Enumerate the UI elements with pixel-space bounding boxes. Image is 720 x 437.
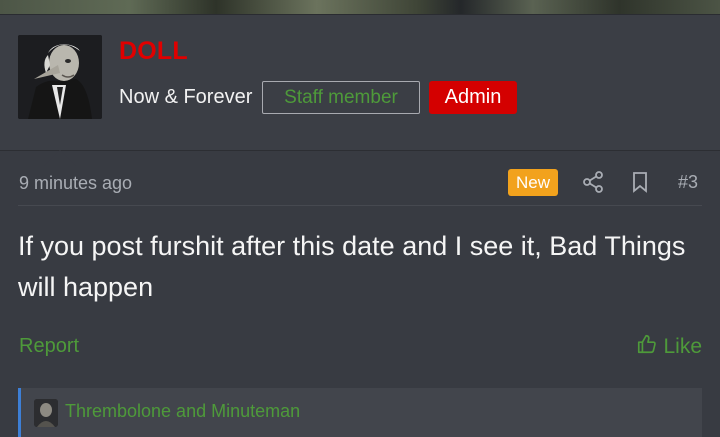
cover-banner [0, 0, 720, 15]
username[interactable]: DOLL [119, 37, 188, 66]
share-icon[interactable] [581, 170, 605, 194]
reactions-bar[interactable]: Thrembolone and Minuteman [18, 388, 702, 437]
post-user-header: DOLL Now & Forever Staff member Admin [0, 15, 720, 166]
thumbs-up-icon [636, 333, 658, 361]
user-arrow-pointer [44, 150, 76, 166]
like-button[interactable]: Like [636, 333, 702, 361]
like-label: Like [663, 335, 702, 358]
post-timestamp[interactable]: 9 minutes ago [19, 173, 132, 194]
bookmark-icon[interactable] [628, 170, 652, 194]
reaction-avatar [34, 399, 58, 427]
avatar[interactable] [18, 35, 102, 119]
divider [18, 205, 702, 206]
reaction-users-link[interactable]: Thrembolone and Minuteman [65, 401, 300, 422]
admin-banner: Admin [429, 81, 517, 114]
reactions-accent [18, 388, 21, 437]
post-number-link[interactable]: #3 [678, 172, 698, 193]
staff-member-banner: Staff member [262, 81, 420, 114]
new-badge: New [508, 169, 558, 196]
user-title: Now & Forever [119, 86, 253, 108]
post-body-text: If you post furshit after this date and … [18, 231, 686, 302]
report-link[interactable]: Report [19, 335, 79, 358]
